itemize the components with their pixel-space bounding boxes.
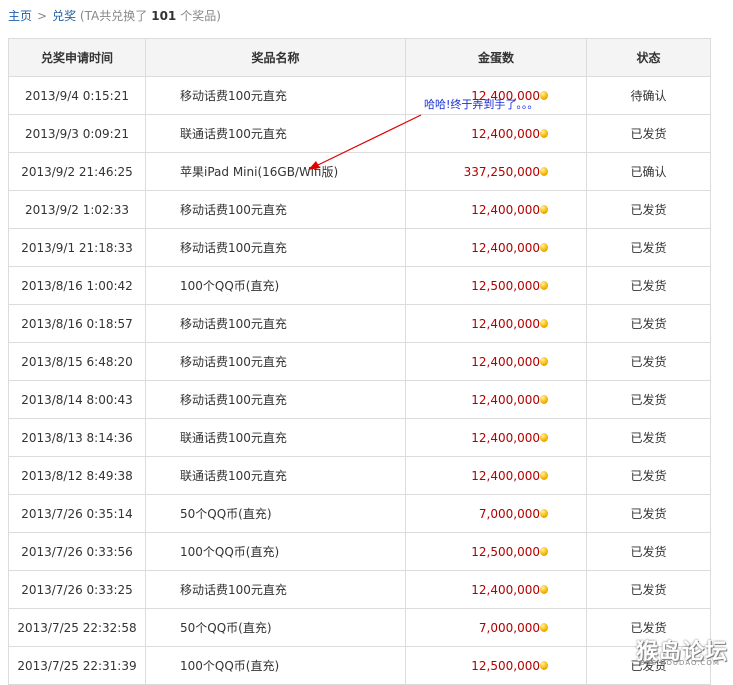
annotation-arrow: [308, 114, 422, 170]
watermark: 猴岛论坛 BBS.HOUDAO.COM: [636, 634, 728, 668]
annotation-arrow-head: [308, 161, 320, 170]
watermark-subtext: BBS.HOUDAO.COM: [640, 659, 720, 667]
annotation-text: 哈哈!终于弄到手了。。。: [424, 98, 539, 111]
annotation-arrow-line: [317, 114, 422, 166]
